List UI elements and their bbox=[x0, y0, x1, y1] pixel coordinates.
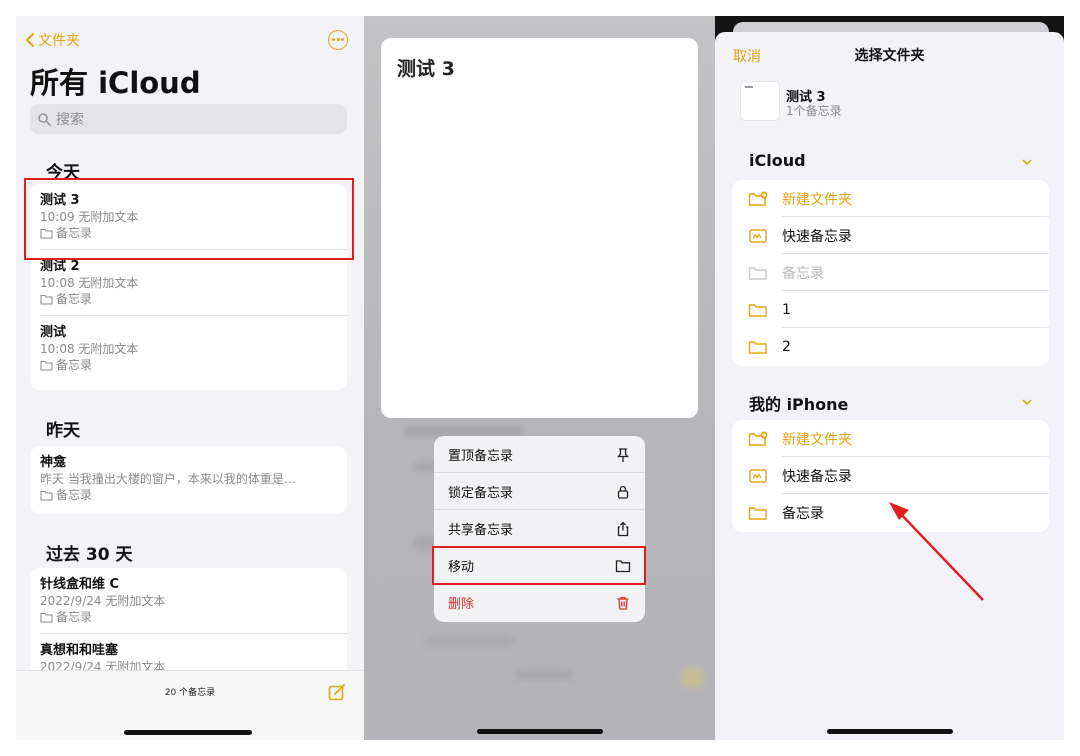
new-folder-button[interactable]: 新建文件夹 bbox=[732, 420, 1049, 457]
icloud-folder-list: 新建文件夹 快速备忘录 备忘录 1 2 bbox=[732, 180, 1049, 366]
note-folder: 备忘录 bbox=[40, 291, 347, 307]
chevron-down-icon[interactable] bbox=[1021, 396, 1033, 408]
home-indicator bbox=[827, 729, 953, 734]
folder-2[interactable]: 2 bbox=[732, 328, 1049, 365]
blur-shape bbox=[424, 636, 514, 646]
folder-icon bbox=[748, 266, 767, 280]
note-title: 真想和和哇塞 bbox=[40, 643, 119, 658]
choose-folder-sheet: 取消 选择文件夹 测试 3 1个备忘录 iCloud 新建文件夹 快速备忘录 备… bbox=[715, 32, 1064, 740]
note-title: 测试 bbox=[40, 325, 67, 340]
note-meta: 10:08 无附加文本 bbox=[40, 342, 139, 356]
blur-shape bbox=[682, 668, 704, 688]
selected-note-subtitle: 1个备忘录 bbox=[786, 104, 842, 118]
more-options-icon[interactable] bbox=[328, 30, 348, 50]
menu-item-delete[interactable]: 删除 bbox=[434, 584, 645, 621]
folder-icon bbox=[40, 294, 53, 304]
annotation-arrow bbox=[889, 502, 984, 601]
chevron-down-icon[interactable] bbox=[1021, 156, 1033, 168]
note-meta: 昨天 当我撞出大楼的窗户，本来以我的体重是… bbox=[40, 472, 296, 486]
note-count: 20 个备忘录 bbox=[164, 688, 216, 698]
section-yesterday-header: 昨天 bbox=[46, 421, 80, 441]
context-menu: 置顶备忘录 锁定备忘录 共享备忘录 移动 删除 bbox=[434, 436, 645, 622]
blur-shape bbox=[514, 670, 574, 680]
home-indicator bbox=[477, 729, 603, 734]
menu-item-share[interactable]: 共享备忘录 bbox=[434, 510, 645, 547]
note-title: 测试 2 bbox=[40, 259, 80, 274]
note-title: 神龛 bbox=[40, 455, 67, 470]
folder-icon bbox=[40, 360, 53, 370]
new-folder-button[interactable]: 新建文件夹 bbox=[732, 180, 1049, 217]
new-folder-icon bbox=[748, 431, 768, 446]
back-to-folders-button[interactable]: 文件夹 bbox=[24, 30, 80, 50]
folder-icon bbox=[748, 303, 767, 317]
compose-icon[interactable] bbox=[328, 683, 346, 701]
note-folder: 备忘录 bbox=[40, 487, 347, 503]
note-row[interactable]: 神龛 昨天 当我撞出大楼的窗户，本来以我的体重是… 备忘录 bbox=[30, 446, 347, 512]
note-folder: 备忘录 bbox=[40, 609, 347, 625]
iphone-group-header[interactable]: 我的 iPhone bbox=[749, 391, 848, 415]
home-indicator bbox=[124, 730, 252, 735]
notes-list-panel: 文件夹 所有 iCloud 搜索 今天 测试 3 10:09 无附加文本 备忘录… bbox=[16, 16, 364, 740]
folder-icon bbox=[40, 612, 53, 622]
note-thumbnail bbox=[741, 82, 779, 120]
pin-icon bbox=[617, 447, 629, 462]
note-folder: 备忘录 bbox=[40, 357, 347, 373]
highlight-move-item bbox=[432, 546, 646, 585]
note-meta: 10:08 无附加文本 bbox=[40, 276, 139, 290]
folder-icon bbox=[40, 490, 53, 500]
quick-note-icon bbox=[749, 228, 767, 243]
folder-quick-notes[interactable]: 快速备忘录 bbox=[732, 457, 1049, 494]
folder-picker-panel: 取消 选择文件夹 测试 3 1个备忘录 iCloud 新建文件夹 快速备忘录 备… bbox=[715, 16, 1064, 740]
screenshot-frame: 文件夹 所有 iCloud 搜索 今天 测试 3 10:09 无附加文本 备忘录… bbox=[16, 16, 1064, 740]
lock-icon bbox=[617, 485, 629, 499]
page-title: 所有 iCloud bbox=[30, 66, 201, 100]
folder-notes-current: 备忘录 bbox=[732, 254, 1049, 291]
icloud-group-header[interactable]: iCloud bbox=[749, 151, 806, 170]
note-preview-title: 测试 3 bbox=[397, 58, 455, 80]
share-icon bbox=[617, 521, 629, 536]
sheet-title: 选择文件夹 bbox=[854, 48, 925, 64]
highlight-selected-note bbox=[24, 178, 354, 260]
note-row[interactable]: 测试 10:08 无附加文本 备忘录 bbox=[30, 316, 347, 382]
chevron-left-icon bbox=[25, 32, 35, 48]
bottom-toolbar: 20 个备忘录 bbox=[16, 670, 364, 740]
search-placeholder: 搜索 bbox=[56, 112, 84, 128]
note-row[interactable]: 针线盒和维 C 2022/9/24 无附加文本 备忘录 bbox=[30, 568, 347, 634]
folder-icon bbox=[748, 340, 767, 354]
back-label: 文件夹 bbox=[38, 33, 80, 49]
menu-item-lock[interactable]: 锁定备忘录 bbox=[434, 473, 645, 510]
note-context-panel: 测试 3 置顶备忘录 锁定备忘录 共享备忘录 移动 删除 bbox=[364, 16, 715, 740]
folder-1[interactable]: 1 bbox=[732, 291, 1049, 328]
new-folder-icon bbox=[748, 191, 768, 206]
search-input[interactable]: 搜索 bbox=[30, 104, 347, 134]
trash-icon bbox=[617, 596, 629, 610]
note-preview[interactable]: 测试 3 bbox=[381, 38, 698, 418]
menu-item-pin[interactable]: 置顶备忘录 bbox=[434, 436, 645, 473]
yesterday-notes-card: 神龛 昨天 当我撞出大楼的窗户，本来以我的体重是… 备忘录 bbox=[30, 446, 347, 514]
quick-note-icon bbox=[749, 468, 767, 483]
note-title: 针线盒和维 C bbox=[40, 577, 120, 592]
note-meta: 2022/9/24 无附加文本 bbox=[40, 594, 166, 608]
folder-quick-notes[interactable]: 快速备忘录 bbox=[732, 217, 1049, 254]
folder-icon bbox=[748, 506, 767, 520]
search-icon bbox=[38, 112, 51, 126]
section-past30-header: 过去 30 天 bbox=[46, 545, 133, 565]
